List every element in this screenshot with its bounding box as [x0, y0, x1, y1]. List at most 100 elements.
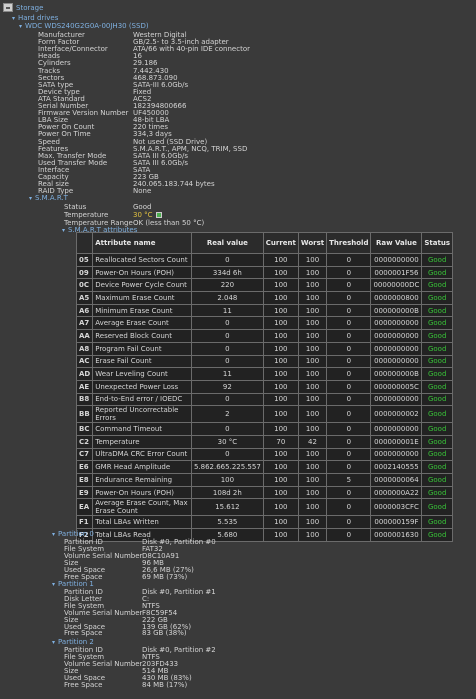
current-value: 100 [262, 303, 299, 318]
worst-value: 100 [297, 460, 328, 474]
attribute-name: Average Erase Count, Max Erase Count [92, 498, 192, 517]
table-row[interactable]: BC Command Timeout 0 100 100 0 0000000000 Good [75, 422, 453, 436]
smart-temp-range-value-text: OK (less than 50 °C) [133, 219, 205, 227]
table-row[interactable]: F1 Total LBAs Written 5.535 100 100 0 00000015… [75, 515, 453, 530]
column-header[interactable]: Real value [190, 232, 264, 254]
table-row[interactable]: E6 GMR Head Amplitude 5.862.665.225.557 100… [75, 460, 453, 474]
table-row[interactable]: EA Average Erase Count, Max Erase Count 15… [75, 498, 453, 517]
real-value: 11 [190, 367, 264, 381]
worst-value: 100 [297, 278, 328, 293]
table-row[interactable]: A8 Program Fail Count 0 100 100 0 0000000000 Go… [75, 341, 453, 356]
smart-status: Status [64, 203, 86, 211]
worst-value: 42 [297, 434, 328, 449]
real-value: 0 [190, 447, 264, 462]
threshold-value: 0 [326, 528, 372, 542]
drive-prop-value: None [133, 187, 152, 196]
status-value: Good [421, 422, 453, 436]
raw-value: 00000000DC [370, 278, 423, 293]
current-value: 100 [262, 460, 299, 474]
current-value: 100 [262, 422, 299, 436]
attribute-id: AC [75, 354, 94, 369]
current-value: 100 [262, 278, 299, 293]
table-row[interactable]: BB Reported Uncorrectable Errors 2 100 100 0 0… [75, 405, 453, 424]
tree-node-smart[interactable]: ▾ S.M.A.R.T [29, 194, 68, 203]
attribute-name: Reserved Block Count [92, 329, 192, 343]
column-header[interactable]: Current [262, 232, 299, 254]
threshold-value: 5 [326, 473, 372, 487]
raw-value: 0000000000 [370, 447, 423, 462]
column-header[interactable]: Threshold [326, 232, 372, 254]
raw-value: 0000000800 [370, 291, 423, 305]
column-header[interactable]: Status [421, 232, 453, 254]
attribute-id: AD [75, 367, 94, 381]
partition-title: Partition 0 [58, 530, 94, 538]
real-value: 0 [190, 329, 264, 343]
current-value: 100 [262, 265, 299, 280]
tree-node-storage[interactable]: Storage [16, 4, 43, 12]
real-value: 5.535 [190, 515, 264, 530]
current-value: 100 [262, 515, 299, 530]
threshold-value: 0 [326, 485, 372, 500]
smart-temperature-value: 30 °C [133, 211, 162, 219]
raw-value: 0000000002 [370, 405, 423, 424]
table-row[interactable]: AA Reserved Block Count 0 100 100 0 0000000000… [75, 329, 453, 343]
attribute-name: UltraDMA CRC Error Count [92, 447, 192, 462]
tree-node-drive[interactable]: ▾ WDC WDS240G2G0A-00JH30 (SSD) [19, 22, 149, 31]
real-value: 15.612 [190, 498, 264, 517]
table-row[interactable]: 09 Power-On Hours (POH) 334d 6h 100 100 0 0000… [75, 265, 453, 280]
status-value: Good [421, 303, 453, 318]
real-value: 0 [190, 253, 264, 267]
attribute-id: E6 [75, 460, 94, 474]
table-row[interactable]: E8 Endurance Remaining 100 100 100 5 000000006… [75, 473, 453, 487]
table-row[interactable]: A7 Average Erase Count 0 100 100 0 0000000000 G… [75, 316, 453, 331]
status-value: Good [421, 434, 453, 449]
column-header[interactable]: Worst [297, 232, 328, 254]
table-row[interactable]: AD Wear Leveling Count 11 100 100 0 000000000B… [75, 367, 453, 381]
table-row[interactable]: 05 Reallocated Sectors Count 0 100 100 0 00000… [75, 253, 453, 267]
tree-node-storage-label: Storage [16, 4, 44, 12]
attribute-name: Program Fail Count [92, 341, 192, 356]
current-value: 100 [262, 498, 299, 517]
status-value: Good [421, 316, 453, 331]
table-row[interactable]: 0C Device Power Cycle Count 220 100 100 0 0000… [75, 278, 453, 293]
table-row[interactable]: AE Unexpected Power Loss 92 100 100 0 00000000… [75, 379, 453, 394]
attribute-id: A7 [75, 316, 94, 331]
table-row[interactable]: B8 End-to-End error / IOEDC 0 100 100 0 000000… [75, 392, 453, 407]
table-row[interactable]: AC Erase Fail Count 0 100 100 0 0000000000 Good [75, 354, 453, 369]
table-row[interactable]: E9 Power-On Hours (POH) 108d 2h 100 100 0 0000… [75, 485, 453, 500]
attribute-name: Erase Fail Count [92, 354, 192, 369]
threshold-value: 0 [326, 341, 372, 356]
table-header-row: Attribute name Real value Current Worst Thre… [75, 232, 453, 254]
table-row[interactable]: F2 Total LBAs Read 5.680 100 100 0 0000001630 G… [75, 528, 453, 542]
table-row[interactable]: C2 Temperature 30 °C 70 42 0 000000001E Good [75, 434, 453, 449]
column-header[interactable]: Attribute name [92, 232, 192, 254]
raw-value: 0002140555 [370, 460, 423, 474]
status-value: Good [421, 392, 453, 407]
column-header[interactable] [75, 232, 94, 254]
worst-value: 100 [297, 329, 328, 343]
partition-prop-value: 84 MB (17%) [142, 680, 188, 689]
threshold-value: 0 [326, 278, 372, 293]
column-header[interactable]: Raw Value [370, 232, 423, 254]
threshold-value: 0 [326, 253, 372, 267]
threshold-value: 0 [326, 434, 372, 449]
raw-value: 0000000A22 [370, 485, 423, 500]
attribute-id: BB [75, 405, 94, 424]
attribute-id: F1 [75, 515, 94, 530]
threshold-value: 0 [326, 329, 372, 343]
worst-value: 100 [297, 253, 328, 267]
attribute-name: Maximum Erase Count [92, 291, 192, 305]
table-row[interactable]: A6 Minimum Erase Count 11 100 100 0 000000000B… [75, 303, 453, 318]
table-row[interactable]: C7 UltraDMA CRC Error Count 0 100 100 0 000000… [75, 447, 453, 462]
current-value: 100 [262, 329, 299, 343]
status-value: Good [421, 367, 453, 381]
status-value: Good [421, 329, 453, 343]
threshold-value: 0 [326, 460, 372, 474]
smart-temp-range-value: OK (less than 50 °C) [133, 219, 204, 227]
worst-value: 100 [297, 498, 328, 517]
attribute-id: 09 [75, 265, 94, 280]
attribute-id: C7 [75, 447, 94, 462]
table-row[interactable]: A5 Maximum Erase Count 2.048 100 100 0 0000000… [75, 291, 453, 305]
attribute-id: BC [75, 422, 94, 436]
current-value: 100 [262, 354, 299, 369]
